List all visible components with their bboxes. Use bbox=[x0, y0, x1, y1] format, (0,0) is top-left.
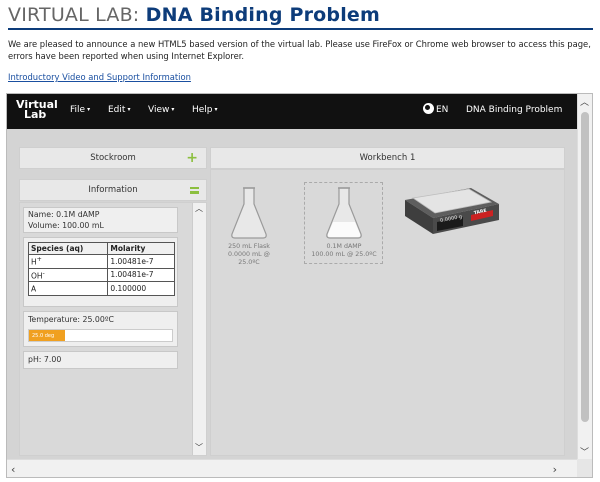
chevron-down-icon: ▾ bbox=[214, 106, 218, 113]
stockroom-title: Stockroom bbox=[90, 153, 136, 163]
analytical-balance[interactable]: 0.0000 g TARE bbox=[399, 182, 503, 242]
species-cell: H+ bbox=[27, 254, 109, 269]
solution-volume: Volume: 100.00 mL bbox=[28, 221, 104, 230]
menu-help-label: Help bbox=[192, 105, 213, 115]
flask-name: 250 mL Flask bbox=[228, 243, 270, 250]
title-main: VIRTUAL LAB: bbox=[8, 4, 140, 26]
table-row: A 0.100000 bbox=[27, 281, 175, 296]
molarity-cell: 1.00481e-7 bbox=[107, 254, 175, 269]
navbar: Virtual Lab File ▾ Edit ▾ View ▾ Help ▾ EN D… bbox=[7, 94, 577, 129]
scroll-thumb[interactable] bbox=[581, 112, 589, 422]
scroll-right-icon[interactable]: › bbox=[553, 463, 557, 476]
scroll-left-icon[interactable]: ‹ bbox=[11, 463, 15, 476]
menu-file[interactable]: File ▾ bbox=[70, 105, 90, 115]
table-row: H+ 1.00481e-7 bbox=[27, 254, 175, 269]
species-charge: + bbox=[36, 256, 42, 263]
temperature-fill: 25.0 deg bbox=[29, 330, 65, 341]
scroll-down-icon[interactable]: ﹀ bbox=[195, 442, 203, 453]
flask-detail: 0.0000 mL @ 25.0ºC bbox=[228, 251, 270, 266]
species-name: A bbox=[31, 284, 37, 294]
workbench-header[interactable]: Workbench 1 bbox=[210, 147, 565, 169]
column-header-molarity: Molarity bbox=[107, 242, 175, 255]
flask-icon bbox=[326, 187, 362, 239]
balance-icon bbox=[405, 188, 499, 234]
menu-help[interactable]: Help ▾ bbox=[192, 105, 218, 115]
table-header-row: Species (aq) Molarity bbox=[27, 242, 175, 255]
ph-value: pH: 7.00 bbox=[28, 355, 62, 364]
virtual-lab-frame: Virtual Lab File ▾ Edit ▾ View ▾ Help ▾ EN D… bbox=[6, 93, 593, 478]
information-title: Information bbox=[88, 185, 138, 195]
flask-icon bbox=[231, 187, 267, 239]
chevron-down-icon: ▾ bbox=[127, 106, 131, 113]
problem-title: DNA Binding Problem bbox=[466, 105, 563, 115]
chevron-down-icon: ▾ bbox=[87, 106, 91, 113]
menu-view-label: View bbox=[148, 105, 170, 115]
ph-card: pH: 7.00 bbox=[23, 351, 178, 369]
species-card: Species (aq) Molarity H+ 1.00481e-7 OH- … bbox=[23, 237, 178, 307]
add-icon[interactable]: + bbox=[186, 151, 198, 165]
information-header[interactable]: Information bbox=[19, 179, 207, 201]
temperature-card: Temperature: 25.00ºC 25.0 deg bbox=[23, 311, 178, 347]
menu-view[interactable]: View ▾ bbox=[148, 105, 174, 115]
scroll-up-icon[interactable]: ︿ bbox=[195, 203, 203, 214]
species-charge: - bbox=[42, 269, 45, 277]
scroll-down-icon[interactable]: ﹀ bbox=[580, 445, 589, 458]
stockroom-header[interactable]: Stockroom + bbox=[19, 147, 207, 169]
workbench-title: Workbench 1 bbox=[359, 153, 416, 163]
page-title: VIRTUAL LAB: DNA Binding Problem bbox=[8, 4, 380, 26]
molarity-cell: 0.100000 bbox=[107, 281, 175, 296]
title-sub: DNA Binding Problem bbox=[145, 4, 380, 26]
temperature-label: Temperature: 25.00ºC bbox=[28, 315, 114, 324]
title-divider bbox=[8, 28, 593, 30]
scrollbar-corner bbox=[577, 459, 592, 477]
species-table: Species (aq) Molarity H+ 1.00481e-7 OH- … bbox=[27, 242, 175, 296]
scroll-up-icon[interactable]: ︿ bbox=[580, 95, 589, 108]
menu-icon[interactable] bbox=[190, 187, 199, 194]
menu-file-label: File bbox=[70, 105, 86, 115]
solution-summary-card: Name: 0.1M dAMP Volume: 100.00 mL bbox=[23, 207, 178, 233]
flask-250ml[interactable]: 250 mL Flask 0.0000 mL @ 25.0ºC bbox=[219, 186, 279, 267]
intro-video-link[interactable]: Introductory Video and Support Informati… bbox=[8, 72, 191, 82]
table-row: OH- 1.00481e-7 bbox=[27, 267, 175, 282]
species-cell: OH- bbox=[27, 267, 109, 282]
logo-line2: Lab bbox=[24, 108, 47, 121]
information-panel: Name: 0.1M dAMP Volume: 100.00 mL Specie… bbox=[19, 202, 207, 456]
menu-edit-label: Edit bbox=[108, 105, 126, 115]
frame-vertical-scrollbar[interactable]: ︿ ﹀ bbox=[577, 94, 592, 459]
flask-name: 0.1M dAMP bbox=[326, 243, 362, 250]
column-header-species: Species (aq) bbox=[27, 242, 109, 255]
temperature-bar[interactable]: 25.0 deg bbox=[28, 329, 173, 342]
page: VIRTUAL LAB: DNA Binding Problem We are … bbox=[0, 0, 600, 482]
species-cell: A bbox=[27, 281, 109, 296]
virtual-lab-logo[interactable]: Virtual Lab bbox=[16, 99, 58, 121]
flask-detail: 100.00 mL @ 25.0ºC bbox=[311, 251, 377, 258]
menu-edit[interactable]: Edit ▾ bbox=[108, 105, 130, 115]
frame-horizontal-scrollbar[interactable]: ‹ › bbox=[7, 459, 577, 477]
notice-text: We are pleased to announce a new HTML5 b… bbox=[8, 39, 591, 61]
information-scrollbar[interactable]: ︿ ﹀ bbox=[192, 203, 206, 455]
globe-icon[interactable] bbox=[423, 103, 434, 114]
language-selector[interactable]: EN bbox=[436, 105, 448, 115]
species-name: OH bbox=[31, 271, 43, 280]
flask-damp[interactable]: 0.1M dAMP 100.00 mL @ 25.0ºC bbox=[309, 186, 379, 259]
workbench-area[interactable]: 250 mL Flask 0.0000 mL @ 25.0ºC 0.1M dAM… bbox=[210, 169, 565, 456]
molarity-cell: 1.00481e-7 bbox=[107, 267, 175, 282]
chevron-down-icon: ▾ bbox=[171, 106, 175, 113]
solution-name: Name: 0.1M dAMP bbox=[28, 210, 100, 219]
